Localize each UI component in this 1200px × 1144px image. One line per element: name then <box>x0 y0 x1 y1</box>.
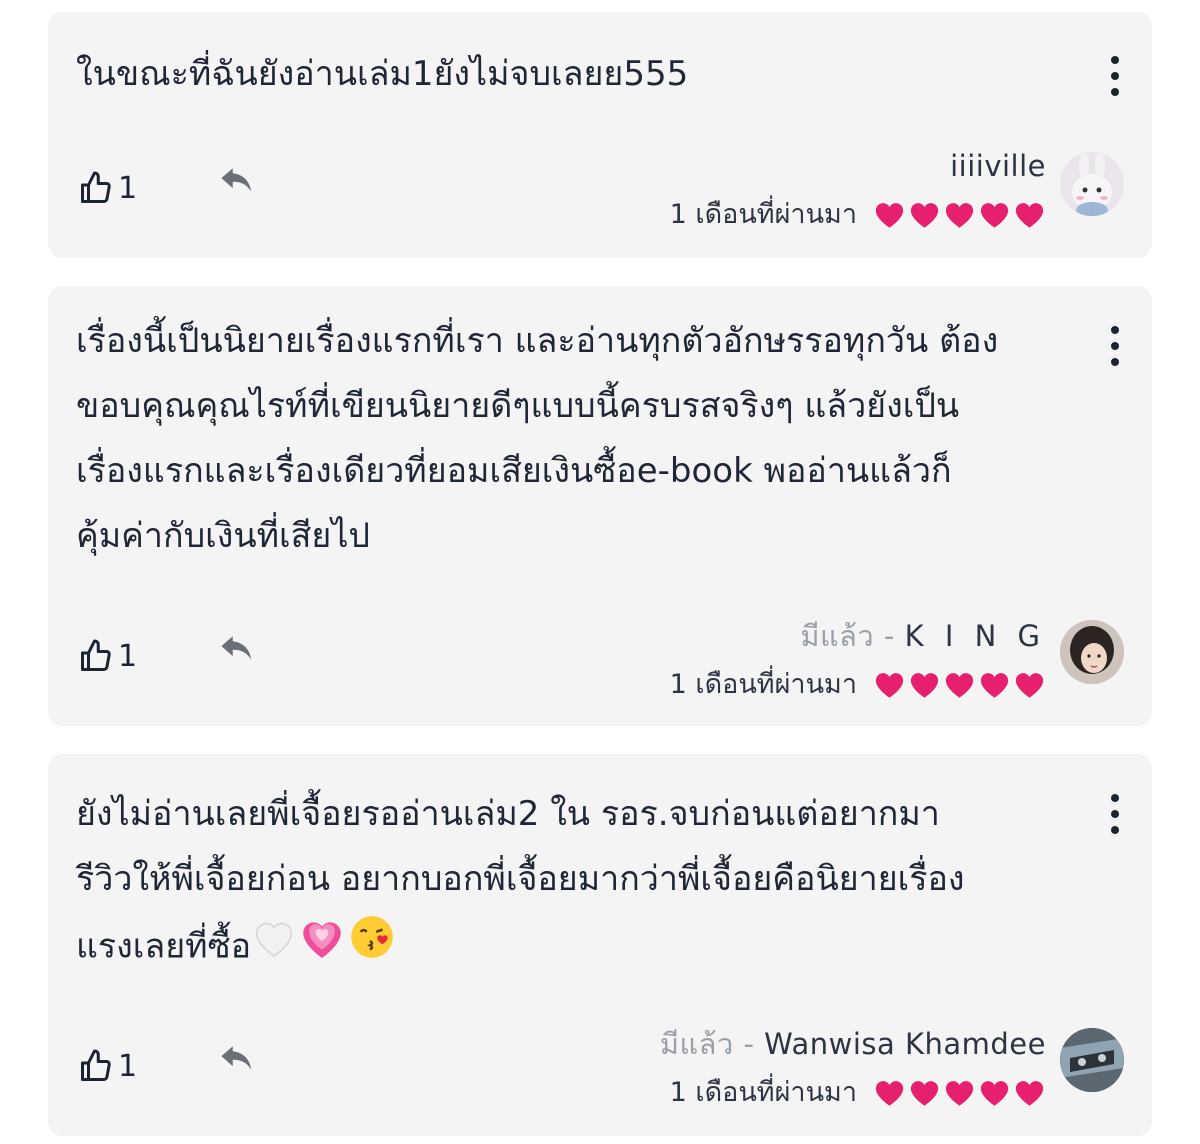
heart-icon <box>875 672 904 698</box>
more-vertical-icon[interactable] <box>1108 794 1122 834</box>
white-heart-emoji <box>251 915 297 981</box>
heart-icon <box>1015 202 1044 228</box>
review-text: ในขณะที่ฉันยังอ่านเล่ม1ยังไม่จบเลยย555 <box>76 54 689 94</box>
avatar[interactable] <box>1060 620 1124 684</box>
heart-icon <box>980 202 1009 228</box>
like-count: 1 <box>118 1048 138 1084</box>
reply-button[interactable] <box>218 164 256 202</box>
heart-icon <box>1015 672 1044 698</box>
thumbs-up-icon <box>81 639 111 671</box>
heart-icon <box>945 202 974 228</box>
author-name[interactable]: Wanwisa Khamdee <box>764 1027 1046 1061</box>
reply-button[interactable] <box>218 1042 256 1080</box>
timestamp: 1 เดือนที่ผ่านมา <box>669 669 857 700</box>
thumbs-up-icon <box>81 1049 111 1081</box>
review-card: เรื่องนี้เป็นนิยายเรื่องแรกที่เรา และอ่า… <box>48 286 1152 726</box>
heart-icon <box>1015 1080 1044 1106</box>
heart-icon <box>945 1080 974 1106</box>
thumbs-up-icon <box>81 171 111 203</box>
like-button[interactable]: 1 <box>78 170 137 206</box>
review-text-container: ยังไม่อ่านเลยพี่เจื้อยรออ่านเล่ม2 ใน รอร… <box>76 782 1072 984</box>
review-meta: iiiiville 1 เดือนที่ผ่านมา <box>670 146 1046 235</box>
review-text: เรื่องนี้เป็นนิยายเรื่องแรกที่เรา และอ่า… <box>76 321 999 556</box>
owned-status: มีแล้ว - <box>659 1027 765 1061</box>
reply-button[interactable] <box>218 632 256 670</box>
review-meta: มีแล้ว - K I N G 1 เดือนที่ผ่านมา <box>670 616 1046 705</box>
owned-status: มีแล้ว - <box>800 619 905 653</box>
heart-icon <box>875 1080 904 1106</box>
heart-icon <box>910 1080 939 1106</box>
avatar[interactable] <box>1060 152 1124 216</box>
reply-icon <box>221 1046 252 1070</box>
like-count: 1 <box>118 170 138 206</box>
like-count: 1 <box>118 638 138 674</box>
like-button[interactable]: 1 <box>78 638 137 674</box>
review-meta: มีแล้ว - Wanwisa Khamdee 1 เดือนที่ผ่านม… <box>660 1024 1046 1113</box>
more-vertical-icon[interactable] <box>1108 56 1122 96</box>
author-name[interactable]: K I N G <box>905 619 1046 653</box>
heart-icon <box>980 672 1009 698</box>
reply-icon <box>221 168 252 192</box>
kiss-face-emoji <box>347 912 397 984</box>
review-list: ในขณะที่ฉันยังอ่านเล่ม1ยังไม่จบเลยย555 1… <box>0 0 1200 1144</box>
heart-icon <box>875 202 904 228</box>
timestamp: 1 เดือนที่ผ่านมา <box>669 199 857 230</box>
heart-icon <box>910 202 939 228</box>
review-card: ยังไม่อ่านเลยพี่เจื้อยรออ่านเล่ม2 ใน รอร… <box>48 754 1152 1136</box>
like-button[interactable]: 1 <box>78 1048 137 1084</box>
heart-icon <box>980 1080 1009 1106</box>
author-name[interactable]: iiiiville <box>950 149 1046 183</box>
heart-rating <box>873 669 1046 699</box>
reply-icon <box>221 636 252 660</box>
heart-rating <box>873 199 1046 229</box>
heart-rating <box>873 1077 1046 1107</box>
timestamp: 1 เดือนที่ผ่านมา <box>669 1077 857 1108</box>
heart-icon <box>945 672 974 698</box>
avatar[interactable] <box>1060 1028 1124 1092</box>
more-vertical-icon[interactable] <box>1108 326 1122 366</box>
heart-icon <box>910 672 939 698</box>
review-text: ยังไม่อ่านเลยพี่เจื้อยรออ่านเล่ม2 ใน รอร… <box>76 794 965 967</box>
pink-heart-emoji <box>297 914 347 982</box>
review-card: ในขณะที่ฉันยังอ่านเล่ม1ยังไม่จบเลยย555 1… <box>48 12 1152 258</box>
